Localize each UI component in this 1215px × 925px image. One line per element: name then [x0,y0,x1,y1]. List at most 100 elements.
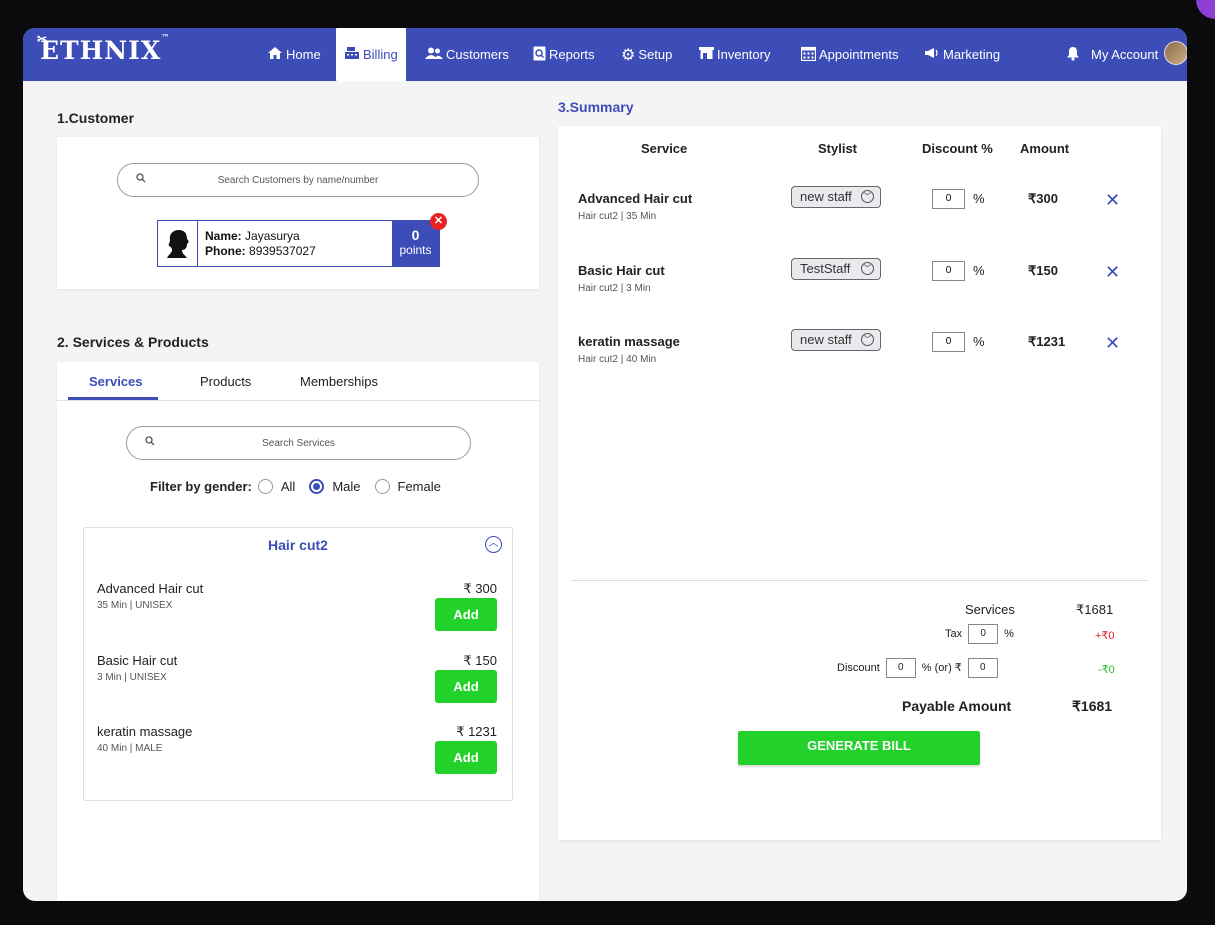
gender-male-label: Male [332,479,361,494]
tab-products[interactable]: Products [200,374,251,389]
report-icon [533,46,546,64]
service-name: Basic Hair cut [97,653,178,668]
customer-name: Jayasurya [245,229,300,243]
services-section-title: 2. Services & Products [57,334,209,350]
services-panel: Services Products Memberships Search Ser… [57,362,539,901]
discount-percent-sign: % [973,334,985,349]
services-total-label: Services [965,602,1015,617]
nav-billing[interactable]: Billing [336,28,406,81]
gender-option-all[interactable]: All [257,479,295,494]
tax-label: Tax [945,627,963,640]
discount-percent-sign: % [973,191,985,206]
customer-search-input[interactable]: Search Customers by name/number [117,163,479,197]
nav-customers-label: Customers [446,47,509,62]
window-corner-accent [1193,0,1215,22]
add-service-button[interactable]: Add [435,598,497,631]
customer-section-title: 1.Customer [57,110,135,126]
stylist-value: TestStaff [800,261,851,276]
summary-panel: Service Stylist Discount % Amount Advanc… [558,126,1161,840]
generate-bill-button[interactable]: GENERATE BILL [738,731,980,765]
discount-or-label: % (or) ₹ [921,661,962,674]
nav-account-label: My Account [1091,47,1159,62]
nav-inventory[interactable]: Inventory [699,28,770,81]
remove-row-icon[interactable]: ✕ [1105,190,1120,211]
name-label: Name: [205,229,242,243]
tax-input[interactable]: 0 [968,624,999,644]
service-price: ₹ 150 [463,653,497,668]
service-search-input[interactable]: Search Services [126,426,471,460]
summary-service-name: keratin massage [578,334,680,349]
radio-male[interactable] [309,479,325,494]
customer-phone: 8939537027 [249,244,316,258]
radio-all[interactable] [257,479,273,494]
discount-amount-input[interactable]: 0 [967,658,998,678]
remove-row-icon[interactable]: ✕ [1105,262,1120,283]
add-service-button[interactable]: Add [435,741,497,774]
chevron-down-icon: ﹀ [861,190,874,203]
service-meta: 3 Min | UNISEX [97,672,167,683]
header-stylist: Stylist [818,141,858,156]
service-item: keratin massage 40 Min | MALE ₹ 1231 Add [97,724,497,784]
active-tab-indicator [68,397,158,400]
search-icon [145,435,155,449]
discount-value: -₹0 [1098,664,1115,676]
service-price: ₹ 300 [463,581,497,596]
discount-input[interactable]: 0 [932,189,965,209]
add-service-button[interactable]: Add [435,670,497,703]
nav-my-account[interactable]: My Account [1091,28,1158,81]
row-amount: ₹1231 [1028,334,1066,349]
tax-value: +₹0 [1095,630,1115,642]
tab-memberships[interactable]: Memberships [300,374,378,389]
stylist-select[interactable]: TestStaff ﹀ [791,258,881,280]
stylist-value: new staff [800,189,852,204]
nav-setup[interactable]: ⚙ Setup [621,28,672,81]
users-icon [425,47,443,62]
summary-service-meta: Hair cut2 | 35 Min [578,211,657,222]
nav-marketing[interactable]: Marketing [924,28,1000,81]
remove-row-icon[interactable]: ✕ [1105,333,1120,354]
store-icon [699,47,714,62]
nav-marketing-label: Marketing [943,47,1001,62]
discount-input[interactable]: 0 [932,261,965,281]
gender-filter: Filter by gender: All Male Female [150,479,455,494]
bell-icon [1066,46,1080,64]
services-total-value: ₹1681 [1076,602,1114,617]
chevron-down-icon: ﹀ [861,333,874,346]
gender-option-male[interactable]: Male [309,479,361,494]
header-discount: Discount % [922,141,993,156]
tax-row: Tax 0% [945,624,1014,644]
row-amount: ₹300 [1028,191,1058,206]
avatar[interactable] [1164,41,1187,65]
summary-service-meta: Hair cut2 | 3 Min [578,283,651,294]
nav-inventory-label: Inventory [717,47,771,62]
nav-customers[interactable]: Customers [425,28,509,81]
radio-female[interactable] [374,479,390,494]
header-service: Service [641,141,688,156]
totals-divider [571,580,1147,581]
summary-row: keratin massage Hair cut2 | 40 Min new s… [558,329,1161,394]
nav-reports-label: Reports [549,47,595,62]
gear-icon: ⚙ [621,46,636,64]
payable-value: ₹1681 [1072,698,1113,714]
stylist-select[interactable]: new staff ﹀ [791,329,881,351]
discount-percent-input[interactable]: 0 [885,658,916,678]
gender-option-female[interactable]: Female [374,479,441,494]
stylist-select[interactable]: new staff ﹀ [791,186,881,208]
summary-section-title: 3.Summary [558,99,634,115]
notifications-button[interactable] [1066,28,1080,81]
discount-input[interactable]: 0 [932,332,965,352]
chevron-up-icon[interactable]: ︿ [485,536,502,553]
scissors-icon: ✂ [37,32,49,46]
nav-appointments[interactable]: Appointments [800,28,899,81]
tab-services[interactable]: Services [89,374,143,389]
remove-customer-button[interactable]: ✕ [430,213,447,230]
tax-percent-sign: % [1004,627,1014,640]
points-value: 0 [411,227,420,243]
top-navbar: ✂ ETHNIX™ Home Billing Customers Reports… [23,28,1187,81]
customer-card[interactable]: Name: Jayasurya Phone: 8939537027 0 poin… [157,220,440,267]
customer-avatar-icon [158,221,198,266]
nav-reports[interactable]: Reports [533,28,595,81]
phone-label: Phone: [205,244,246,258]
nav-home[interactable]: Home [267,28,321,81]
ethnix-logo[interactable]: ✂ ETHNIX™ [37,32,170,65]
